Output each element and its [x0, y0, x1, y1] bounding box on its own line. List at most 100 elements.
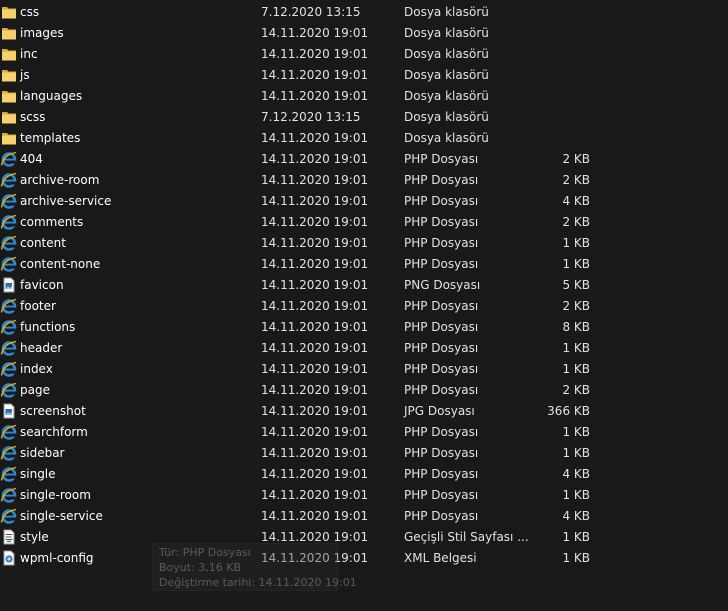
css-file-icon — [1, 529, 17, 545]
file-name: single-room — [20, 488, 91, 502]
file-type: PHP Dosyası — [404, 509, 479, 523]
file-size: 2 KB — [562, 383, 590, 397]
file-size: 4 KB — [562, 467, 590, 481]
file-date-modified: 7.12.2020 13:15 — [261, 110, 361, 124]
file-size: 1 KB — [562, 362, 590, 376]
file-date-modified: 14.11.2020 19:01 — [261, 320, 369, 334]
file-name: comments — [20, 215, 84, 229]
file-date-modified: 14.11.2020 19:01 — [261, 173, 369, 187]
file-row[interactable]: header 14.11.2020 19:01 PHP Dosyası 1 KB — [0, 338, 728, 359]
file-date-modified: 14.11.2020 19:01 — [261, 194, 369, 208]
file-row[interactable]: index 14.11.2020 19:01 PHP Dosyası 1 KB — [0, 359, 728, 380]
file-name: favicon — [20, 278, 64, 292]
file-type: PHP Dosyası — [404, 467, 479, 481]
file-row[interactable]: single-room 14.11.2020 19:01 PHP Dosyası 1 … — [0, 485, 728, 506]
file-size: 4 KB — [562, 194, 590, 208]
file-date-modified: 14.11.2020 19:01 — [261, 236, 369, 250]
file-row[interactable]: content 14.11.2020 19:01 PHP Dosyası 1 KB — [0, 233, 728, 254]
file-name: sidebar — [20, 446, 65, 460]
file-row[interactable]: style 14.11.2020 19:01 Geçişli Stil Sayfas… — [0, 527, 728, 548]
file-row[interactable]: screenshot 14.11.2020 19:01 JPG Dosyası 366… — [0, 401, 728, 422]
file-size: 366 KB — [547, 404, 590, 418]
file-size: 2 KB — [562, 152, 590, 166]
internet-explorer-icon — [0, 214, 17, 230]
internet-explorer-icon — [0, 151, 17, 167]
file-row[interactable]: languages 14.11.2020 19:01 Dosya klasörü — [0, 86, 728, 107]
file-date-modified: 7.12.2020 13:15 — [261, 5, 361, 19]
file-row[interactable]: 404 14.11.2020 19:01 PHP Dosyası 2 KB — [0, 149, 728, 170]
file-name: js — [20, 68, 30, 82]
file-row[interactable]: js 14.11.2020 19:01 Dosya klasörü — [0, 65, 728, 86]
file-name: archive-service — [20, 194, 112, 208]
file-row[interactable]: content-none 14.11.2020 19:01 PHP Dosyası 1… — [0, 254, 728, 275]
file-type: Dosya klasörü — [404, 26, 489, 40]
internet-explorer-icon — [0, 466, 17, 482]
file-row[interactable]: archive-room 14.11.2020 19:01 PHP Dosyası 2… — [0, 170, 728, 191]
file-name: style — [20, 530, 49, 544]
file-name: searchform — [20, 425, 88, 439]
file-row[interactable]: searchform 14.11.2020 19:01 PHP Dosyası 1 K… — [0, 422, 728, 443]
file-date-modified: 14.11.2020 19:01 — [261, 383, 369, 397]
internet-explorer-icon — [0, 382, 17, 398]
file-name: single — [20, 467, 56, 481]
file-row[interactable]: css 7.12.2020 13:15 Dosya klasörü — [0, 2, 728, 23]
internet-explorer-icon — [0, 340, 17, 356]
file-row[interactable]: images 14.11.2020 19:01 Dosya klasörü — [0, 23, 728, 44]
folder-icon — [1, 88, 17, 104]
file-row[interactable]: sidebar 14.11.2020 19:01 PHP Dosyası 1 KB — [0, 443, 728, 464]
file-size: 1 KB — [562, 257, 590, 271]
file-date-modified: 14.11.2020 19:01 — [261, 257, 369, 271]
file-row[interactable]: templates 14.11.2020 19:01 Dosya klasörü — [0, 128, 728, 149]
file-name: header — [20, 341, 63, 355]
internet-explorer-icon — [0, 193, 17, 209]
internet-explorer-icon — [0, 424, 17, 440]
file-type: PHP Dosyası — [404, 173, 479, 187]
file-row[interactable]: functions 14.11.2020 19:01 PHP Dosyası 8 KB — [0, 317, 728, 338]
file-size: 1 KB — [562, 488, 590, 502]
file-row[interactable]: scss 7.12.2020 13:15 Dosya klasörü — [0, 107, 728, 128]
file-row[interactable]: wpml-config 14.11.2020 19:01 XML Belgesi 1 … — [0, 548, 728, 569]
file-size: 1 KB — [562, 425, 590, 439]
file-type: PHP Dosyası — [404, 425, 479, 439]
file-row[interactable]: single 14.11.2020 19:01 PHP Dosyası 4 KB — [0, 464, 728, 485]
file-type: JPG Dosyası — [404, 404, 475, 418]
tooltip-type: Tür: PHP Dosyası — [159, 546, 251, 559]
file-size: 1 KB — [562, 551, 590, 565]
file-name: inc — [20, 47, 38, 61]
xml-file-icon — [1, 550, 17, 566]
file-row[interactable]: inc 14.11.2020 19:01 Dosya klasörü — [0, 44, 728, 65]
file-date-modified: 14.11.2020 19:01 — [261, 362, 369, 376]
file-type: PHP Dosyası — [404, 341, 479, 355]
file-type: Geçişli Stil Sayfası ... — [404, 530, 529, 544]
file-size: 2 KB — [562, 215, 590, 229]
file-row[interactable]: page 14.11.2020 19:01 PHP Dosyası 2 KB — [0, 380, 728, 401]
file-date-modified: 14.11.2020 19:01 — [261, 425, 369, 439]
file-type: XML Belgesi — [404, 551, 477, 565]
file-type: PHP Dosyası — [404, 152, 479, 166]
file-type: PHP Dosyası — [404, 362, 479, 376]
file-row[interactable]: favicon 14.11.2020 19:01 PNG Dosyası 5 KB — [0, 275, 728, 296]
internet-explorer-icon — [0, 298, 17, 314]
file-name: wpml-config — [20, 551, 94, 565]
file-name: css — [20, 5, 40, 19]
file-type: PHP Dosyası — [404, 299, 479, 313]
folder-icon — [1, 67, 17, 83]
file-date-modified: 14.11.2020 19:01 — [261, 488, 369, 502]
file-row[interactable]: archive-service 14.11.2020 19:01 PHP Dosya… — [0, 191, 728, 212]
file-row[interactable]: single-service 14.11.2020 19:01 PHP Dosyas… — [0, 506, 728, 527]
file-date-modified: 14.11.2020 19:01 — [261, 341, 369, 355]
file-name: images — [20, 26, 64, 40]
file-name: index — [20, 362, 53, 376]
file-size: 5 KB — [562, 278, 590, 292]
file-type: Dosya klasörü — [404, 47, 489, 61]
folder-icon — [1, 25, 17, 41]
file-type: PHP Dosyası — [404, 383, 479, 397]
file-name: functions — [20, 320, 76, 334]
file-row[interactable]: footer 14.11.2020 19:01 PHP Dosyası 2 KB — [0, 296, 728, 317]
file-type: Dosya klasörü — [404, 68, 489, 82]
file-size: 4 KB — [562, 509, 590, 523]
folder-icon — [1, 130, 17, 146]
file-type: PNG Dosyası — [404, 278, 481, 292]
file-row[interactable]: comments 14.11.2020 19:01 PHP Dosyası 2 KB — [0, 212, 728, 233]
file-date-modified: 14.11.2020 19:01 — [261, 26, 369, 40]
